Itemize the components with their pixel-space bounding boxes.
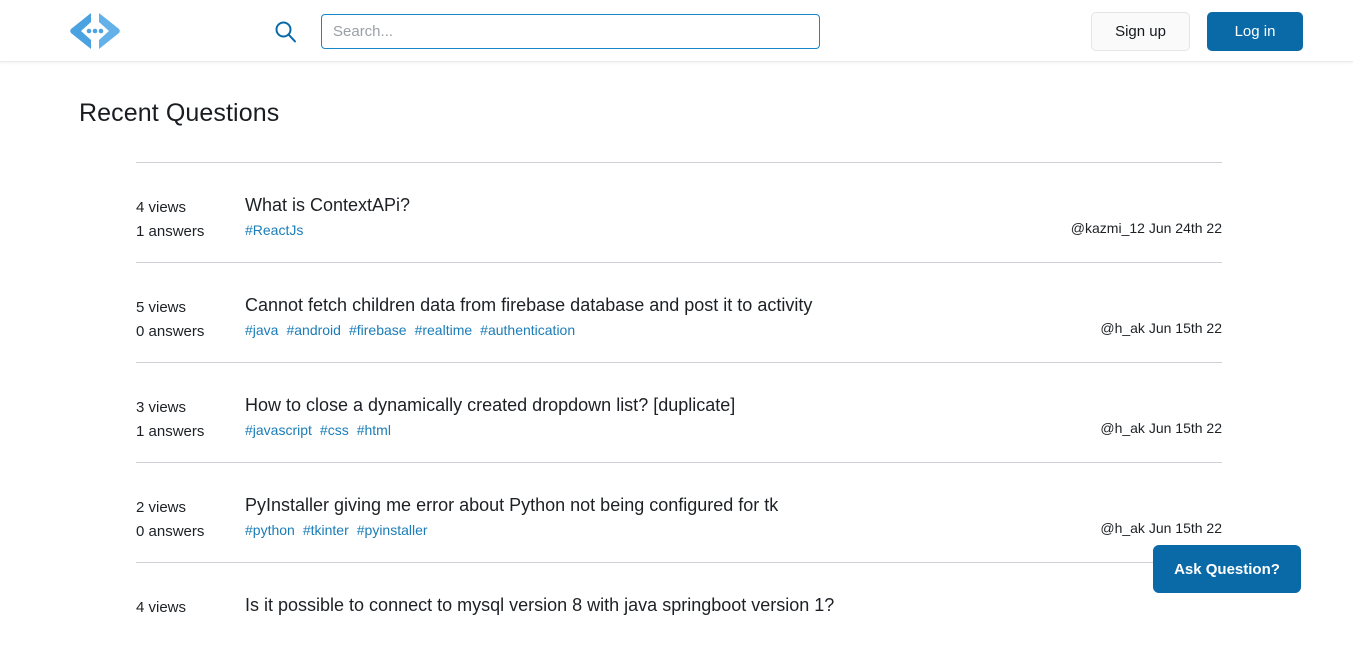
views-count: 5 views: [136, 299, 187, 316]
answers-count: 1 answers: [136, 223, 205, 240]
question-counts: 4 views: [136, 596, 236, 620]
question-tag[interactable]: #html: [357, 422, 391, 438]
question-tag[interactable]: #java: [245, 322, 278, 338]
question-tag[interactable]: #css: [320, 422, 349, 438]
question-meta[interactable]: @h_ak Jun 15th 22: [1100, 318, 1222, 338]
question-row[interactable]: 4 views Is it possible to connect to mysq…: [136, 562, 1222, 662]
ask-question-button[interactable]: Ask Question?: [1153, 545, 1301, 593]
page-title: Recent Questions: [79, 99, 280, 127]
site-header: Sign up Log in: [0, 0, 1353, 62]
question-tags: #ReactJs: [245, 220, 1002, 241]
views-count: 4 views: [136, 599, 187, 616]
question-title[interactable]: What is ContextAPi?: [245, 193, 1002, 217]
question-tag[interactable]: #realtime: [415, 322, 473, 338]
question-body: How to close a dynamically created dropd…: [245, 393, 1002, 441]
question-tags: #python #tkinter #pyinstaller: [245, 520, 1002, 541]
question-title[interactable]: Cannot fetch children data from firebase…: [245, 293, 1002, 317]
search-icon[interactable]: [273, 19, 298, 44]
views-count: 2 views: [136, 499, 187, 516]
search-input[interactable]: [321, 14, 820, 49]
question-counts: 5 views 0 answers: [136, 296, 236, 344]
question-body: PyInstaller giving me error about Python…: [245, 493, 1002, 541]
question-body: Cannot fetch children data from firebase…: [245, 293, 1002, 341]
question-row[interactable]: 3 views 1 answers How to close a dynamical…: [136, 362, 1222, 462]
question-list: 4 views 1 answers What is ContextAPi? #Reac…: [136, 162, 1222, 662]
answers-count: 0 answers: [136, 323, 205, 340]
question-tag[interactable]: #ReactJs: [245, 222, 303, 238]
question-meta[interactable]: @kazmi_12 Jun 24th 22: [1071, 218, 1222, 238]
question-row[interactable]: 5 views 0 answers Cannot fetch children da…: [136, 262, 1222, 362]
question-row[interactable]: 2 views 0 answers PyInstaller giving me er…: [136, 462, 1222, 562]
question-meta[interactable]: @h_ak Jun 15th 22: [1100, 518, 1222, 538]
answers-count: 1 answers: [136, 423, 205, 440]
question-tag[interactable]: #python: [245, 522, 295, 538]
question-title[interactable]: Is it possible to connect to mysql versi…: [245, 593, 1002, 617]
views-count: 4 views: [136, 199, 187, 216]
question-counts: 2 views 0 answers: [136, 496, 236, 544]
question-tag[interactable]: #android: [286, 322, 341, 338]
question-counts: 3 views 1 answers: [136, 396, 236, 444]
question-title[interactable]: How to close a dynamically created dropd…: [245, 393, 1002, 417]
question-tag[interactable]: #firebase: [349, 322, 407, 338]
question-title[interactable]: PyInstaller giving me error about Python…: [245, 493, 1002, 517]
question-tags: #java #android #firebase #realtime #authenti…: [245, 320, 1002, 341]
question-tag[interactable]: #tkinter: [303, 522, 349, 538]
question-tags: #javascript #css #html: [245, 420, 1002, 441]
question-tag[interactable]: #javascript: [245, 422, 312, 438]
log-in-button[interactable]: Log in: [1207, 12, 1303, 51]
question-counts: 4 views 1 answers: [136, 196, 236, 244]
question-body: What is ContextAPi? #ReactJs: [245, 193, 1002, 241]
question-tag[interactable]: #authentication: [480, 322, 575, 338]
views-count: 3 views: [136, 399, 187, 416]
code-brackets-logo-icon[interactable]: [66, 6, 124, 56]
question-row[interactable]: 4 views 1 answers What is ContextAPi? #Reac…: [136, 162, 1222, 262]
answers-count: 0 answers: [136, 523, 205, 540]
question-meta[interactable]: @h_ak Jun 15th 22: [1100, 418, 1222, 438]
question-tag[interactable]: #pyinstaller: [357, 522, 428, 538]
sign-up-button[interactable]: Sign up: [1091, 12, 1190, 51]
question-body: Is it possible to connect to mysql versi…: [245, 593, 1002, 617]
